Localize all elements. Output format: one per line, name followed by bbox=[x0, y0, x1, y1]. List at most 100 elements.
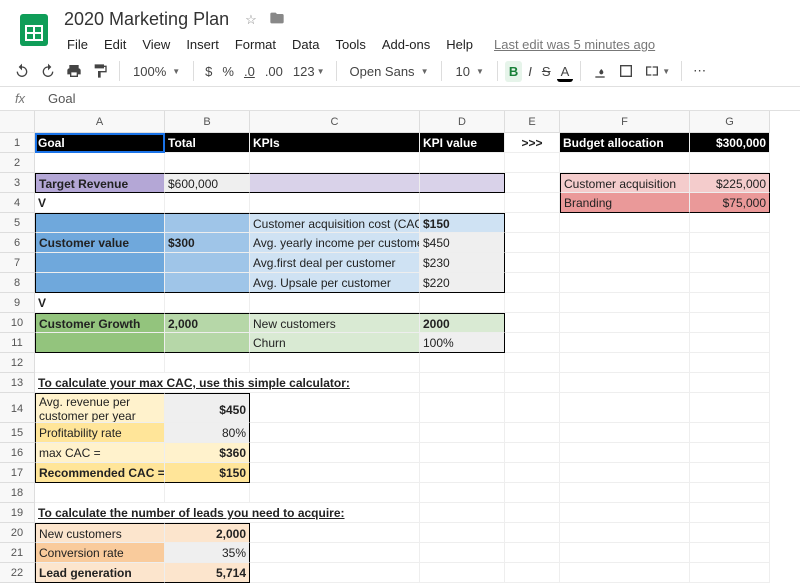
cell[interactable] bbox=[560, 213, 690, 233]
cell[interactable]: V bbox=[35, 293, 165, 313]
cell[interactable]: $450 bbox=[420, 233, 505, 253]
decimal-dec-button[interactable]: .0 bbox=[240, 61, 259, 82]
cell[interactable] bbox=[420, 293, 505, 313]
row-header[interactable]: 16 bbox=[0, 443, 35, 463]
formula-value[interactable]: Goal bbox=[40, 89, 83, 108]
cell[interactable] bbox=[505, 313, 560, 333]
row-header[interactable]: 9 bbox=[0, 293, 35, 313]
menu-view[interactable]: View bbox=[135, 33, 177, 56]
cell[interactable] bbox=[420, 483, 505, 503]
row-header[interactable]: 5 bbox=[0, 213, 35, 233]
cell[interactable]: New customers bbox=[35, 523, 165, 543]
menu-file[interactable]: File bbox=[60, 33, 95, 56]
cell[interactable] bbox=[690, 523, 770, 543]
cell[interactable] bbox=[505, 233, 560, 253]
cell[interactable] bbox=[560, 443, 690, 463]
cell[interactable] bbox=[560, 333, 690, 353]
cell[interactable] bbox=[420, 503, 505, 523]
cell[interactable] bbox=[560, 273, 690, 293]
row-header[interactable]: 15 bbox=[0, 423, 35, 443]
cell[interactable] bbox=[560, 233, 690, 253]
cell[interactable] bbox=[690, 273, 770, 293]
row-header[interactable]: 18 bbox=[0, 483, 35, 503]
cell[interactable] bbox=[420, 193, 505, 213]
menu-addons[interactable]: Add-ons bbox=[375, 33, 437, 56]
row-header[interactable]: 8 bbox=[0, 273, 35, 293]
cell[interactable]: $300 bbox=[165, 233, 250, 253]
cell[interactable] bbox=[420, 563, 505, 583]
print-icon[interactable] bbox=[62, 60, 86, 82]
cell[interactable]: Avg. yearly income per custome bbox=[250, 233, 420, 253]
row-header[interactable]: 17 bbox=[0, 463, 35, 483]
cell[interactable] bbox=[505, 373, 560, 393]
cell[interactable]: $600,000 bbox=[165, 173, 250, 193]
cell[interactable] bbox=[560, 563, 690, 583]
cell[interactable]: 100% bbox=[420, 333, 505, 353]
cell[interactable]: Churn bbox=[250, 333, 420, 353]
more-icon[interactable]: ⋯ bbox=[689, 60, 710, 82]
row-header[interactable]: 4 bbox=[0, 193, 35, 213]
cell[interactable] bbox=[505, 523, 560, 543]
currency-button[interactable]: $ bbox=[201, 61, 216, 82]
menu-insert[interactable]: Insert bbox=[179, 33, 226, 56]
cell[interactable] bbox=[560, 503, 690, 523]
cell[interactable]: 35% bbox=[165, 543, 250, 563]
cell[interactable]: Branding bbox=[560, 193, 690, 213]
row-header[interactable]: 21 bbox=[0, 543, 35, 563]
cell[interactable] bbox=[505, 443, 560, 463]
cell[interactable]: Target Revenue bbox=[35, 173, 165, 193]
row-header[interactable]: 11 bbox=[0, 333, 35, 353]
font-select[interactable]: Open Sans▼ bbox=[344, 62, 435, 81]
cell[interactable]: 2,000 bbox=[165, 313, 250, 333]
cell[interactable] bbox=[165, 483, 250, 503]
cell[interactable] bbox=[690, 563, 770, 583]
cell[interactable] bbox=[560, 463, 690, 483]
paint-format-icon[interactable] bbox=[88, 60, 112, 82]
select-all-corner[interactable] bbox=[0, 111, 35, 133]
undo-icon[interactable] bbox=[10, 60, 34, 82]
cell[interactable]: $360 bbox=[165, 443, 250, 463]
cell[interactable] bbox=[250, 463, 420, 483]
cell[interactable] bbox=[250, 393, 420, 423]
cell[interactable]: max CAC = bbox=[35, 443, 165, 463]
menu-help[interactable]: Help bbox=[439, 33, 480, 56]
row-header[interactable]: 20 bbox=[0, 523, 35, 543]
cell[interactable] bbox=[250, 543, 420, 563]
cell[interactable]: V bbox=[35, 193, 165, 213]
cell[interactable]: Total bbox=[165, 133, 250, 153]
cell[interactable] bbox=[420, 173, 505, 193]
cell[interactable] bbox=[690, 423, 770, 443]
cell[interactable] bbox=[690, 443, 770, 463]
redo-icon[interactable] bbox=[36, 60, 60, 82]
cell[interactable] bbox=[420, 353, 505, 373]
cell[interactable]: Customer acquisition cost (CAC) bbox=[250, 213, 420, 233]
cell[interactable]: Customer acquisition bbox=[560, 173, 690, 193]
cell[interactable]: $150 bbox=[420, 213, 505, 233]
cell[interactable] bbox=[505, 173, 560, 193]
cell[interactable]: New customers bbox=[250, 313, 420, 333]
cell[interactable]: Conversion rate bbox=[35, 543, 165, 563]
cell[interactable] bbox=[505, 353, 560, 373]
menu-edit[interactable]: Edit bbox=[97, 33, 133, 56]
cell[interactable]: $220 bbox=[420, 273, 505, 293]
cell[interactable] bbox=[165, 153, 250, 173]
cell[interactable] bbox=[505, 153, 560, 173]
row-header[interactable]: 3 bbox=[0, 173, 35, 193]
cell[interactable] bbox=[420, 373, 505, 393]
cell[interactable] bbox=[250, 443, 420, 463]
row-header[interactable]: 19 bbox=[0, 503, 35, 523]
cell[interactable] bbox=[35, 253, 165, 273]
cell[interactable]: Avg. Upsale per customer bbox=[250, 273, 420, 293]
cell[interactable] bbox=[505, 543, 560, 563]
cell[interactable] bbox=[505, 463, 560, 483]
cell[interactable] bbox=[165, 193, 250, 213]
cell[interactable] bbox=[690, 333, 770, 353]
cell[interactable] bbox=[250, 523, 420, 543]
col-header-g[interactable]: G bbox=[690, 111, 770, 133]
cell[interactable] bbox=[560, 393, 690, 423]
document-title[interactable]: 2020 Marketing Plan bbox=[60, 8, 233, 31]
cell[interactable] bbox=[420, 463, 505, 483]
cell[interactable]: Customer Growth bbox=[35, 313, 165, 333]
cell[interactable] bbox=[420, 153, 505, 173]
folder-icon[interactable] bbox=[269, 10, 285, 29]
